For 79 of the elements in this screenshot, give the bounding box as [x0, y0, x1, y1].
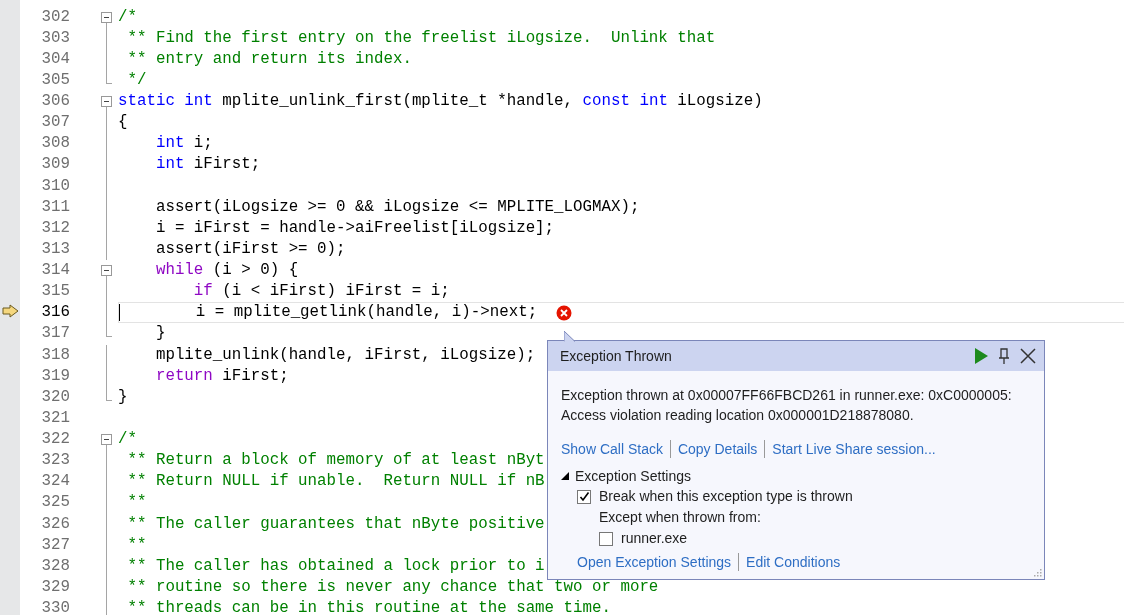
collapse-toggle-icon[interactable]: [101, 265, 112, 276]
expand-triangle-icon[interactable]: [561, 472, 569, 480]
checkbox-label: Break when this exception type is thrown: [599, 487, 853, 506]
code-line: return iFirst;: [154, 365, 289, 387]
code-line: assert(iLogsize >= 0 && iLogsize <= MPLITE_LOGMAX);: [154, 196, 640, 218]
collapse-toggle-icon[interactable]: [101, 96, 112, 107]
code-line: **: [126, 492, 147, 514]
popup-link[interactable]: Copy Details: [677, 439, 758, 459]
code-line: ** Return NULL if unable. Return NULL if nB: [126, 471, 545, 493]
line-number: 302: [41, 7, 70, 26]
pin-icon[interactable]: [998, 347, 1010, 365]
line-number: 306: [41, 92, 70, 110]
code-line: ** The caller guarantees that nByte positive: [126, 513, 545, 535]
line-number: 322: [41, 430, 70, 448]
code-line: ** routine so there is never any chance that two or more: [126, 576, 659, 598]
line-number: 325: [41, 493, 70, 512]
close-icon[interactable]: [1020, 348, 1036, 364]
line-number: 330: [41, 599, 70, 615]
collapse-toggle-icon[interactable]: [101, 434, 112, 445]
line-number: 328: [41, 556, 70, 575]
code-line: assert(iFirst >= 0);: [154, 238, 346, 260]
collapse-toggle-icon[interactable]: [101, 11, 112, 23]
popup-link[interactable]: Start Live Share session...: [772, 439, 936, 459]
line-number: 329: [41, 577, 70, 596]
line-number: 307: [41, 113, 70, 132]
checkbox[interactable]: [599, 531, 613, 546]
line-number: 305: [41, 70, 70, 89]
line-number: 314: [41, 261, 70, 279]
resize-grip-icon[interactable]: [1032, 567, 1042, 577]
code-line: mplite_unlink(handle, iFirst, iLogsize);: [154, 344, 536, 366]
line-number: 316: [41, 303, 70, 322]
code-line: }: [118, 386, 128, 408]
code-line: ** The caller has obtained a lock prior to i: [126, 555, 545, 577]
popup-link[interactable]: Edit Conditions: [746, 552, 841, 572]
code-line: int iFirst;: [154, 154, 261, 176]
code-line: ** entry and return its index.: [126, 48, 412, 70]
line-number: 319: [41, 366, 70, 385]
code-line: {: [118, 112, 128, 134]
code-line: /*: [118, 6, 137, 28]
line-number: 303: [41, 28, 70, 47]
line-number: 313: [41, 239, 70, 258]
popup-link[interactable]: Open Exception Settings: [577, 552, 732, 572]
code-line: int i;: [154, 133, 213, 155]
popup-link[interactable]: Show Call Stack: [561, 439, 663, 459]
line-number: 311: [41, 197, 70, 216]
line-number: 318: [41, 345, 70, 364]
line-number: 310: [41, 176, 70, 195]
code-line: */: [126, 69, 147, 91]
line-number: 315: [41, 282, 70, 301]
line-number: 326: [41, 514, 70, 533]
code-line: }: [154, 323, 166, 345]
line-number: 317: [41, 324, 70, 343]
code-line: i = mplite_getlink(handle, i)->next;: [194, 302, 538, 324]
code-line: **: [126, 534, 147, 556]
line-number: 312: [41, 218, 70, 237]
line-number: 304: [41, 49, 70, 68]
code-line: i = iFirst = handle->aiFreelist[iLogsize];: [154, 217, 555, 239]
exception-message: Access violation reading location 0x000001D218878080.: [561, 406, 915, 425]
line-number: 323: [41, 451, 70, 470]
code-line: static int mplite_unlink_first(mplite_t *handle, const int iLogsize): [118, 91, 763, 112]
code-line: ** Return a block of memory of at least nByt: [126, 450, 545, 472]
exception-message: Exception thrown at 0x00007FF66FBCD261 in runner.exe: 0xC0000005:: [561, 386, 1013, 405]
line-number: 309: [41, 155, 70, 174]
code-line: /*: [118, 429, 137, 450]
line-number: 321: [41, 408, 70, 427]
line-number: 324: [41, 472, 70, 491]
code-line: ** Find the first entry on the freelist iLogsize. Unlink that: [126, 27, 716, 49]
line-number: 327: [41, 535, 70, 554]
checkbox-label: runner.exe: [621, 529, 688, 548]
except-label: Except when thrown from:: [598, 508, 762, 527]
popup-title: Exception Thrown: [560, 346, 673, 366]
line-number: 320: [41, 387, 70, 406]
settings-heading: Exception Settings: [575, 467, 691, 486]
checkbox[interactable]: [577, 489, 591, 504]
code-line: ** threads can be in this routine at the same time.: [126, 598, 611, 615]
line-number: 308: [41, 134, 70, 153]
code-line: while (i > 0) {: [154, 260, 299, 281]
code-line: if (i < iFirst) iFirst = i;: [192, 281, 450, 303]
play-icon[interactable]: [975, 348, 988, 364]
